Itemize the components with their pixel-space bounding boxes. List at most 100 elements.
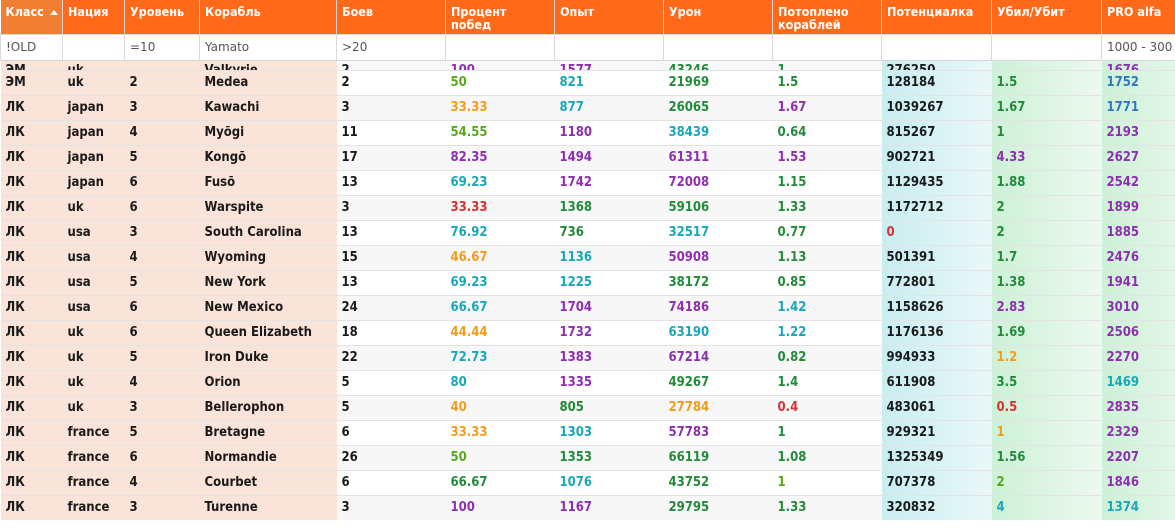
header-exp[interactable]: Опыт	[554, 0, 664, 34]
cell-pro-alfa-text: 1771	[1106, 99, 1140, 115]
cell-exp-text: 1303	[559, 424, 593, 440]
cell-win-rate-text: 33.33	[450, 99, 488, 115]
table-row[interactable]: ЛК france 4 Courbet 6 66.67 1076 43752 1 707378 2 1…	[0, 469, 1175, 495]
filter-potential-input[interactable]	[882, 35, 991, 59]
cell-battles: 17	[336, 144, 446, 170]
filter-class-input[interactable]	[1, 35, 62, 59]
cell-win-rate: 54.55	[445, 119, 555, 145]
cell-kd: 1.88	[991, 169, 1102, 195]
filter-pro-alfa-input[interactable]	[1102, 35, 1175, 59]
cell-win-rate-text: 66.67	[450, 474, 488, 490]
sort-asc-icon[interactable]	[49, 10, 58, 15]
cell-battles-text: 5	[341, 374, 350, 390]
filter-kd-input[interactable]	[992, 35, 1101, 59]
header-win-rate[interactable]: Процент побед	[445, 0, 555, 34]
header-row: Класс Нация Уровень Корабль Боев Процент…	[0, 0, 1175, 34]
table-row[interactable]: ЛК uk 6 Queen Elizabeth 18 44.44 1732 63190 1.22…	[0, 319, 1175, 345]
cell-tier: 2	[124, 69, 200, 95]
header-damage[interactable]: Урон	[663, 0, 773, 34]
filter-nation-input[interactable]	[63, 35, 124, 59]
table-row[interactable]: ЛК japan 6 Fusō 13 69.23 1742 72008 1.15 1129435 1…	[0, 169, 1175, 195]
cell-kd-text: 1.5	[996, 74, 1018, 90]
table-row[interactable]: ЛК usa 6 New Mexico 24 66.67 1704 74186 1.42 1158…	[0, 294, 1175, 320]
cell-battles: 3	[336, 194, 446, 220]
cell-win-rate-text: 50	[450, 74, 467, 90]
table-row[interactable]: ЛК uk 4 Orion 5 80 1335 49267 1.4 611908 3.5 1469	[0, 369, 1175, 395]
cell-kd: 4.33	[991, 144, 1102, 170]
table-row[interactable]: ЛК france 5 Bretagne 6 33.33 1303 57783 1 929321 1…	[0, 419, 1175, 445]
cell-exp-text: 736	[559, 224, 584, 240]
cell-battles: 15	[336, 244, 446, 270]
header-ship[interactable]: Корабль	[199, 0, 337, 34]
cell-potential-text: 128184	[886, 74, 936, 90]
header-tier[interactable]: Уровень	[124, 0, 200, 34]
cell-battles-text: 15	[341, 249, 358, 265]
cell-class: ЛК	[0, 344, 63, 370]
cell-battles: 5	[336, 394, 446, 420]
header-potential[interactable]: Потенциалка	[881, 0, 992, 34]
cell-battles-text: 13	[341, 224, 358, 240]
header-class[interactable]: Класс	[0, 0, 63, 34]
cell-tier: 4	[124, 119, 200, 145]
cell-kills-text: 1.33	[777, 499, 807, 515]
table-row[interactable]: ЛК france 6 Normandie 26 50 1353 66119 1.08 13253…	[0, 444, 1175, 470]
cell-battles-text: 24	[341, 299, 358, 315]
table-row[interactable]: ЛК france 3 Turenne 3 100 1167 29795 1.33 320832 4…	[0, 494, 1175, 520]
cell-ship: Myōgi	[199, 119, 337, 145]
header-pro-alfa[interactable]: PRO alfa	[1101, 0, 1175, 34]
cell-class-text: ЛК	[5, 224, 25, 240]
cell-kd: 1.38	[991, 269, 1102, 295]
cell-win-rate-text: 100	[450, 499, 475, 515]
cell-kills: 0.64	[772, 119, 882, 145]
cell-win-rate: 66.67	[445, 469, 555, 495]
filter-tier-input[interactable]	[125, 35, 199, 59]
cell-nation-text: france	[67, 424, 110, 440]
cell-tier: 3	[124, 394, 200, 420]
cell-battles: 13	[336, 269, 446, 295]
table-row[interactable]: ЛК japan 3 Kawachi 3 33.33 877 26065 1.67 1039267…	[0, 94, 1175, 120]
table-row[interactable]: ЛК japan 5 Kongō 17 82.35 1494 61311 1.53 902721 4…	[0, 144, 1175, 170]
filter-battles-input[interactable]	[337, 35, 445, 59]
cell-potential: 772801	[881, 269, 992, 295]
cell-kd: 1	[991, 419, 1102, 445]
header-kills[interactable]: Потоплено кораблей	[772, 0, 882, 34]
table-row[interactable]: ЛК usa 3 South Carolina 13 76.92 736 32517 0.77 0…	[0, 219, 1175, 245]
cell-exp-text: 1136	[559, 249, 593, 265]
header-battles[interactable]: Боев	[336, 0, 446, 34]
cell-pro-alfa: 1469	[1101, 369, 1175, 395]
header-kd[interactable]: Убил/Убит	[991, 0, 1102, 34]
cell-class: ЛК	[0, 419, 63, 445]
header-nation[interactable]: Нация	[62, 0, 125, 34]
table-row[interactable]: ЛК usa 4 Wyoming 15 46.67 1136 50908 1.13 501391 1…	[0, 244, 1175, 270]
cell-pro-alfa-text: 2542	[1106, 174, 1140, 190]
cell-battles: 22	[336, 344, 446, 370]
cell-tier-text: 6	[129, 199, 138, 215]
cell-damage: 57783	[663, 419, 773, 445]
cell-pro-alfa: 1899	[1101, 194, 1175, 220]
cell-pro-alfa: 3010	[1101, 294, 1175, 320]
table-row[interactable]: ЛК japan 4 Myōgi 11 54.55 1180 38439 0.64 815267 1…	[0, 119, 1175, 145]
table-row[interactable]: ЭМ uk Valkyrie 2 100 1577 43246 1 276250 1676	[0, 60, 1175, 70]
filter-exp-input[interactable]	[555, 35, 663, 59]
cell-potential: 1172712	[881, 194, 992, 220]
cell-kd-text: 2	[996, 199, 1005, 215]
cell-battles-text: 5	[341, 399, 350, 415]
cell-battles-text: 2	[341, 74, 350, 90]
cell-pro-alfa: 2542	[1101, 169, 1175, 195]
cell-exp: 1368	[554, 194, 664, 220]
table-row[interactable]: ЛК uk 3 Bellerophon 5 40 805 27784 0.4 483061 0.5 2…	[0, 394, 1175, 420]
filter-win-rate-input[interactable]	[446, 35, 554, 59]
cell-tier-text: 3	[129, 99, 138, 115]
cell-ship: Kawachi	[199, 94, 337, 120]
table-row[interactable]: ЛК usa 5 New York 13 69.23 1225 38172 0.85 772801…	[0, 269, 1175, 295]
cell-ship-text: Normandie	[204, 449, 277, 465]
table-row[interactable]: ЭМ uk 2 Medea 2 50 821 21969 1.5 128184 1.5 1752	[0, 69, 1175, 95]
table-row[interactable]: ЛК uk 6 Warspite 3 33.33 1368 59106 1.33 1172712 2…	[0, 194, 1175, 220]
cell-potential: 1176136	[881, 319, 992, 345]
table-row[interactable]: ЛК uk 5 Iron Duke 22 72.73 1383 67214 0.82 994933…	[0, 344, 1175, 370]
cell-damage-text: 26065	[668, 99, 710, 115]
filter-damage-input[interactable]	[664, 35, 772, 59]
filter-ship-input[interactable]	[200, 35, 336, 59]
filter-kills-input[interactable]	[773, 35, 881, 59]
cell-kd-text: 4	[996, 499, 1005, 515]
